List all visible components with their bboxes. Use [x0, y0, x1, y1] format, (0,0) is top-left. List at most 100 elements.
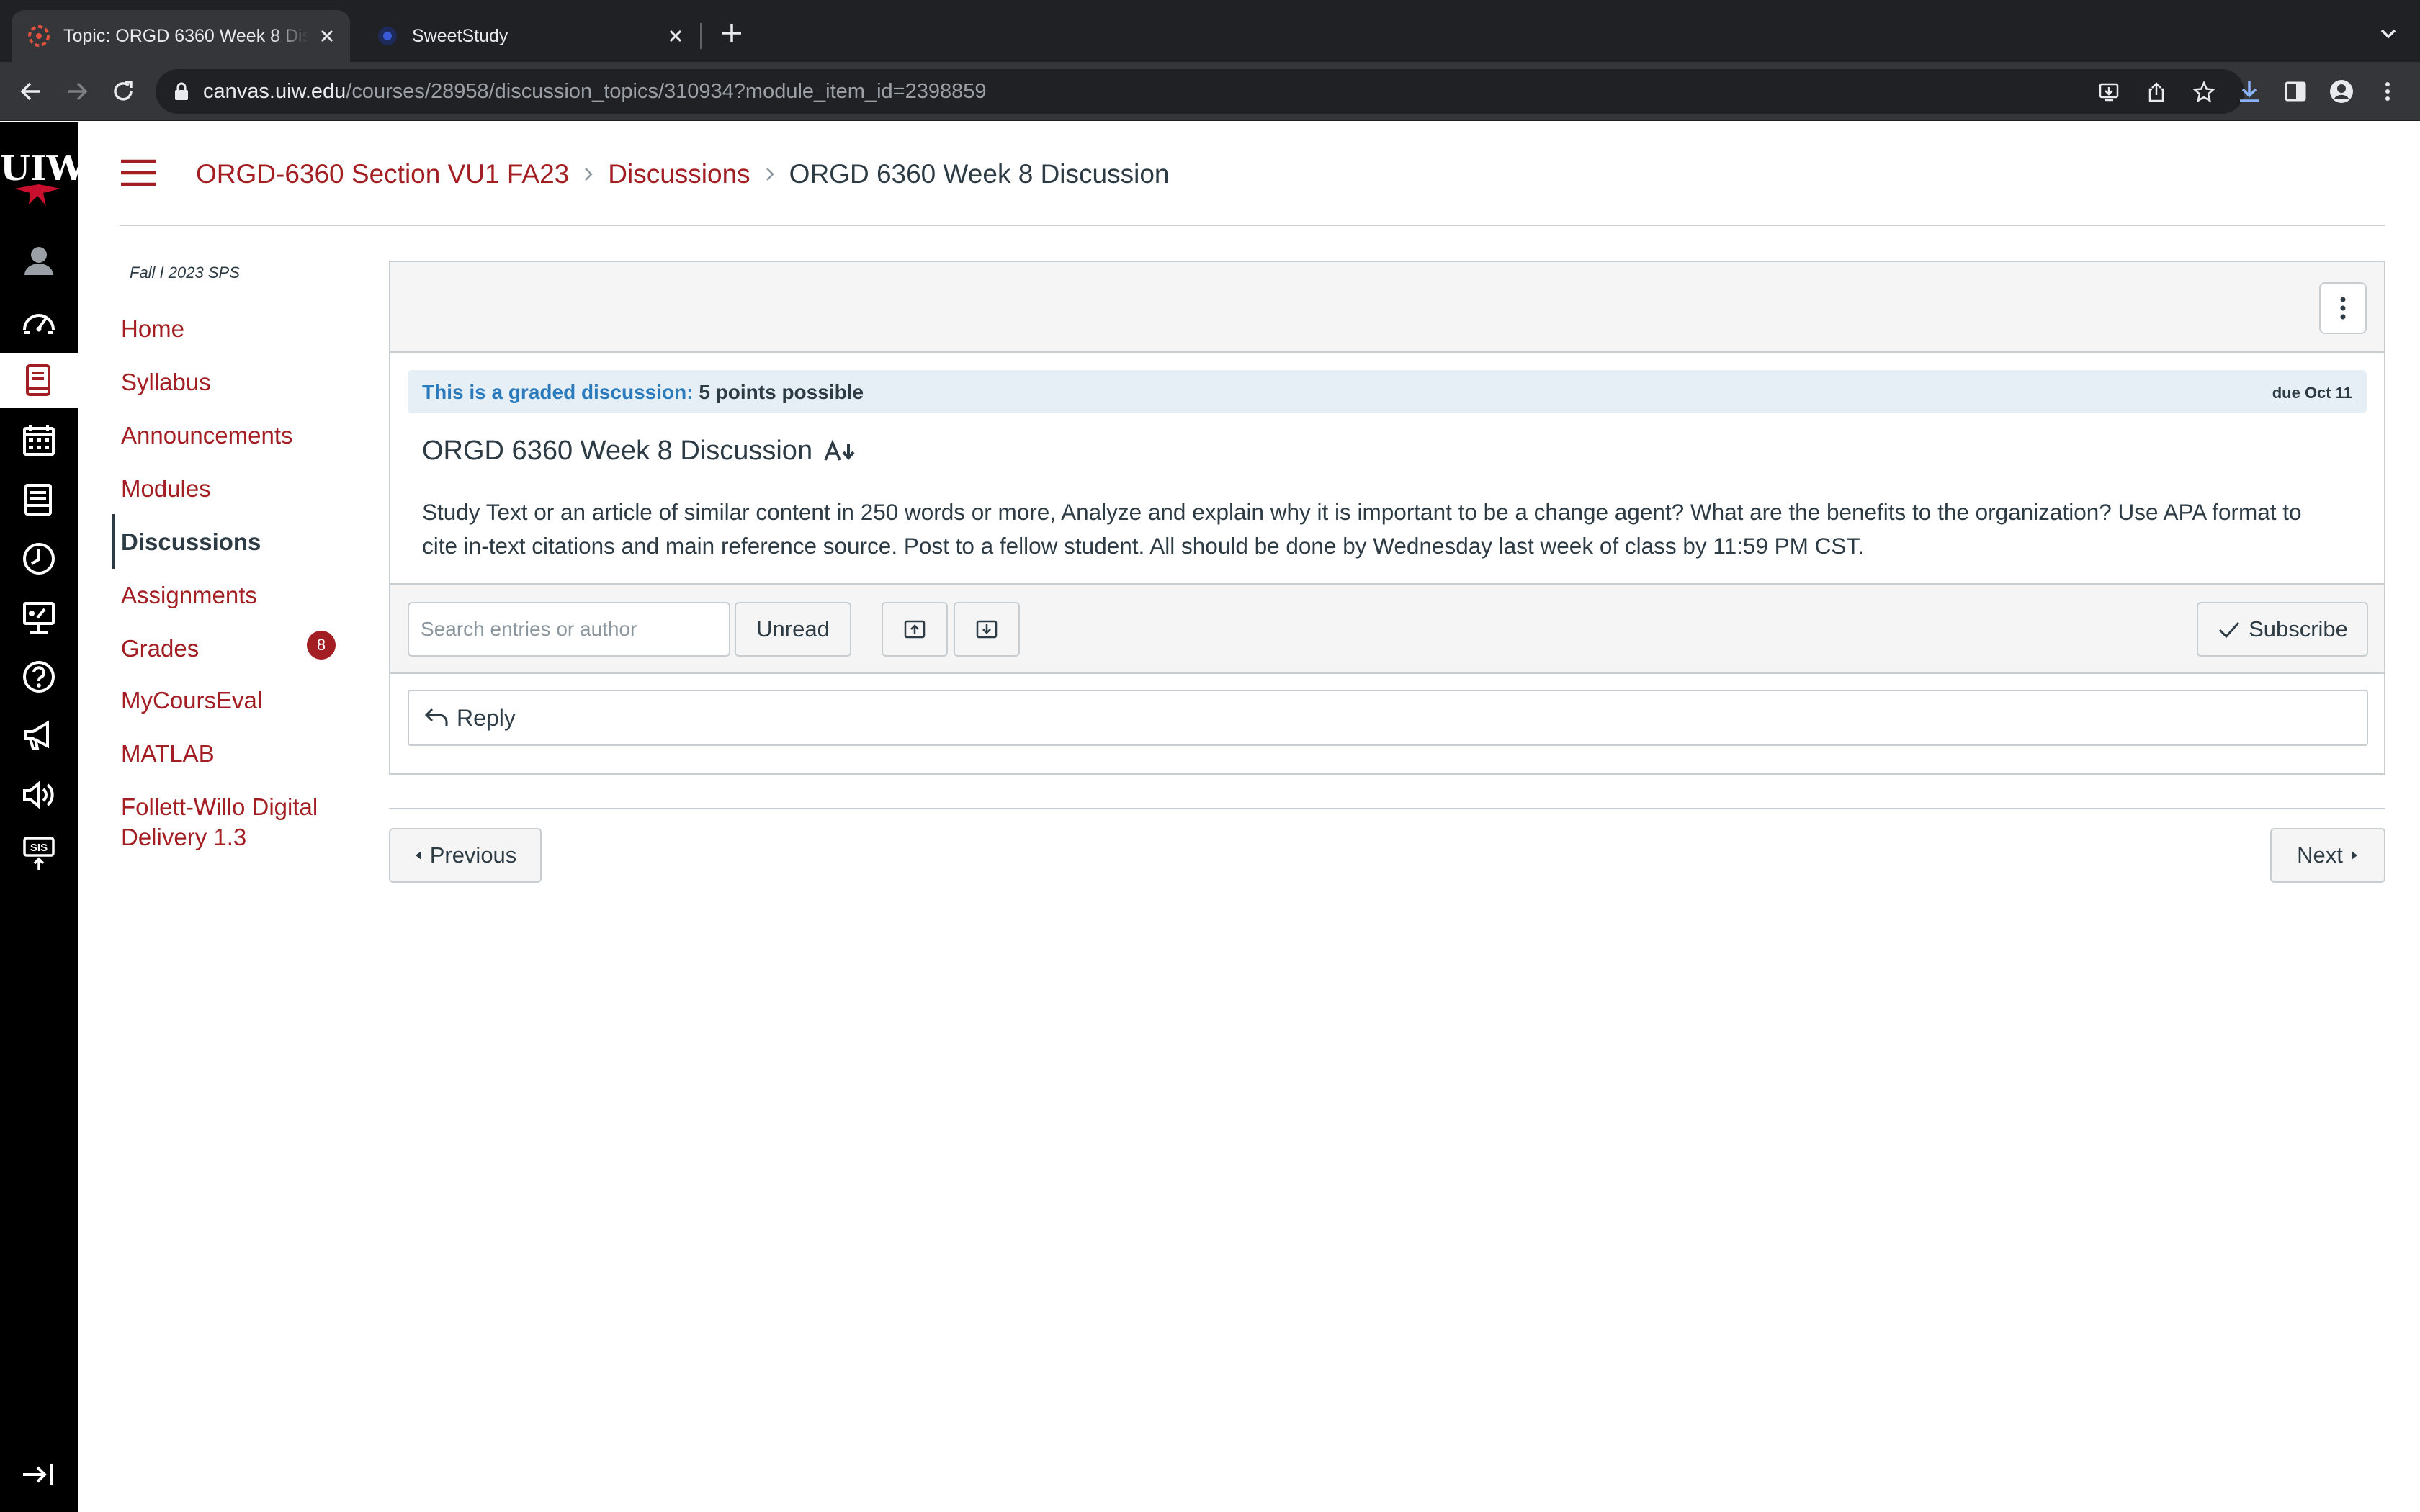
tab-title: SweetStudy — [412, 26, 508, 46]
close-tab-icon[interactable] — [666, 26, 686, 46]
course-nav-home[interactable]: Home — [121, 314, 184, 344]
logo-text: UIW — [0, 148, 78, 189]
nav-calendar[interactable] — [0, 413, 78, 468]
new-tab-icon[interactable] — [719, 20, 745, 46]
nav-sis[interactable]: SIS — [0, 827, 78, 881]
nav-history[interactable] — [0, 531, 78, 586]
header-divider — [120, 225, 2385, 226]
course-nav-discussions[interactable]: Discussions — [121, 527, 261, 557]
upload-arrow-icon — [904, 620, 926, 639]
close-tab-icon[interactable] — [317, 26, 337, 46]
caret-left-icon — [415, 851, 421, 860]
expand-threads-button[interactable] — [882, 602, 948, 657]
breadcrumb-current: ORGD 6360 Week 8 Discussion — [789, 159, 1170, 189]
collapse-threads-button[interactable] — [954, 602, 1020, 657]
discussion-body-line1: Study Text or an article of similar cont… — [422, 499, 2302, 525]
megaphone-icon — [24, 720, 49, 750]
translate-icon[interactable] — [823, 438, 857, 463]
install-app-icon[interactable] — [2097, 81, 2120, 104]
discussion-options-button[interactable] — [2319, 282, 2367, 334]
unread-filter-button[interactable]: Unread — [735, 602, 851, 657]
history-clock-icon — [23, 543, 55, 575]
browser-tab-strip: Topic: ORGD 6360 Week 8 Discussion Sweet… — [0, 0, 2420, 62]
graded-text: This is a graded discussion: — [422, 381, 694, 403]
tab-divider — [700, 23, 702, 49]
nav-collapse[interactable] — [0, 1447, 78, 1502]
breadcrumb-course-link[interactable]: ORGD-6360 Section VU1 FA23 — [196, 157, 569, 192]
course-nav-mycourseval[interactable]: MyCoursEval — [121, 685, 262, 716]
course-nav-modules[interactable]: Modules — [121, 474, 211, 504]
svg-text:SIS: SIS — [30, 842, 48, 854]
previous-button[interactable]: Previous — [389, 828, 542, 883]
nav-account[interactable] — [0, 233, 78, 288]
browser-menu-kebab-icon[interactable] — [2374, 78, 2401, 105]
search-entries-input[interactable] — [408, 602, 730, 657]
due-date: due Oct 11 — [2272, 384, 2352, 402]
course-nav-matlab[interactable]: MATLAB — [121, 739, 215, 769]
subscribe-label: Subscribe — [2249, 616, 2348, 642]
course-nav-grades[interactable]: Grades — [121, 634, 199, 664]
discussion-title: ORGD 6360 Week 8 Discussion — [422, 436, 813, 466]
side-panel-icon[interactable] — [2282, 78, 2309, 105]
breadcrumb-discussions-link[interactable]: Discussions — [608, 157, 750, 192]
sis-icon: SIS — [23, 837, 55, 870]
subscribe-button[interactable]: Subscribe — [2197, 602, 2368, 657]
reply-button[interactable]: Reply — [408, 690, 2368, 746]
graded-discussion-banner: This is a graded discussion: 5 points po… — [408, 370, 2367, 413]
follett-label-line1: Follett-Willo Digital — [121, 793, 318, 820]
nav-courses[interactable] — [0, 353, 78, 408]
course-nav-syllabus[interactable]: Syllabus — [121, 367, 211, 397]
nav-help[interactable] — [0, 649, 78, 704]
discussion-body: Study Text or an article of similar cont… — [422, 495, 2367, 563]
help-icon — [23, 661, 55, 693]
downloads-icon[interactable] — [2236, 78, 2263, 105]
share-icon[interactable] — [2145, 81, 2168, 104]
speaker-icon — [23, 780, 54, 810]
checkmark-icon — [2219, 621, 2240, 639]
inbox-icon — [24, 484, 52, 516]
uiw-logo[interactable]: UIW — [0, 144, 78, 209]
discussion-header-bar — [390, 262, 2384, 353]
nav-studio[interactable] — [0, 590, 78, 645]
bookmark-star-icon[interactable] — [2192, 81, 2215, 104]
browser-toolbar: canvas.uiw.edu/courses/28958/discussion_… — [0, 62, 2420, 121]
nav-accessibility[interactable] — [0, 768, 78, 822]
next-label: Next — [2297, 842, 2343, 868]
course-nav-assignments[interactable]: Assignments — [121, 580, 257, 611]
active-indicator — [112, 514, 115, 569]
follett-label-line2: Delivery 1.3 — [121, 824, 247, 850]
reply-arrow-icon — [424, 708, 448, 726]
account-icon — [24, 247, 53, 275]
nav-inbox[interactable] — [0, 472, 78, 527]
back-arrow-icon[interactable] — [16, 76, 46, 107]
course-term: Fall I 2023 SPS — [130, 264, 240, 282]
sweetstudy-favicon-icon — [376, 24, 399, 48]
course-menu-hamburger-icon[interactable] — [120, 158, 157, 187]
kebab-icon — [2340, 297, 2346, 320]
graded-label: This is a graded discussion: 5 points po… — [422, 380, 864, 405]
breadcrumb: ORGD-6360 Section VU1 FA23 Discussions O… — [196, 157, 1169, 192]
discussion-body-line2: cite in-text citations and main referenc… — [422, 533, 1864, 559]
breadcrumb-chevron-icon — [585, 168, 593, 181]
nav-dashboard[interactable] — [0, 295, 78, 350]
reload-icon[interactable] — [108, 76, 138, 107]
url-text: canvas.uiw.edu/courses/28958/discussion_… — [203, 79, 986, 104]
browser-tab-sweetstudy[interactable]: SweetStudy — [360, 10, 699, 62]
course-nav-announcements[interactable]: Announcements — [121, 420, 293, 451]
profile-avatar-icon[interactable] — [2328, 78, 2355, 105]
studio-icon — [23, 602, 55, 634]
discussion-title-row: ORGD 6360 Week 8 Discussion — [422, 433, 857, 468]
calendar-icon — [23, 425, 55, 456]
browser-tab-canvas[interactable]: Topic: ORGD 6360 Week 8 Discussion — [12, 10, 350, 62]
previous-label: Previous — [429, 842, 517, 868]
download-arrow-icon — [976, 620, 998, 639]
address-bar[interactable]: canvas.uiw.edu/courses/28958/discussion_… — [156, 69, 2244, 114]
discussion-toolbar: Unread Subscribe — [390, 583, 2384, 674]
course-nav-follett[interactable]: Follett-Willo Digital Delivery 1.3 — [121, 792, 318, 852]
next-button[interactable]: Next — [2270, 828, 2385, 883]
forward-arrow-icon[interactable] — [62, 76, 92, 107]
tab-search-chevron-icon[interactable] — [2377, 22, 2400, 45]
lock-icon[interactable] — [173, 82, 190, 101]
url-path: /courses/28958/discussion_topics/310934?… — [346, 80, 987, 103]
nav-announcements[interactable] — [0, 708, 78, 763]
